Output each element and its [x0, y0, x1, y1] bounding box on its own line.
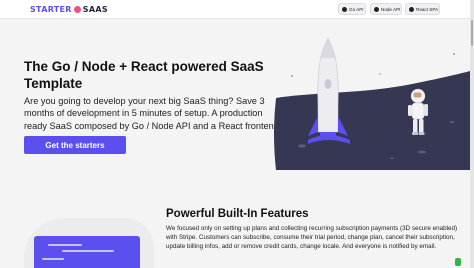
features-illustration: [24, 218, 160, 268]
planet-shape: [274, 70, 474, 170]
node-api-button[interactable]: Node API: [370, 3, 402, 15]
get-the-starters-button[interactable]: Get the starters: [24, 136, 126, 154]
features-description: We focused only on setting up plans and …: [166, 225, 458, 251]
react-spa-button[interactable]: React SPA: [405, 3, 440, 15]
github-icon: [342, 6, 347, 12]
mockup-line: [42, 258, 64, 260]
logo-dot-icon: [73, 6, 81, 13]
rocket-icon: [308, 37, 350, 144]
go-api-label: Go API: [349, 6, 364, 12]
logo[interactable]: STARTER SAAS: [30, 4, 108, 15]
logo-text-starter: STARTER: [30, 5, 72, 14]
rocket-astronaut-illustration: [274, 37, 474, 170]
hero-description: Are you going to develop your next big S…: [24, 96, 279, 131]
go-api-button[interactable]: Go API: [338, 3, 366, 15]
github-icon: [374, 6, 379, 12]
top-navbar: STARTER SAAS Go API Node API React SPA: [0, 0, 474, 19]
mockup-line: [48, 244, 82, 246]
hero-title: The Go / Node + React powered SaaS Templ…: [24, 59, 264, 91]
node-api-label: Node API: [381, 6, 401, 12]
floating-action-icon[interactable]: [455, 258, 461, 266]
mockup-line: [62, 250, 114, 252]
react-spa-label: React SPA: [416, 6, 439, 12]
features-title: Powerful Built-In Features: [166, 208, 309, 220]
logo-text-saas: SAAS: [82, 5, 108, 14]
scrollbar-thumb[interactable]: [471, 20, 473, 46]
page-scrollbar[interactable]: [470, 0, 474, 268]
github-icon: [409, 6, 414, 12]
dashboard-mockup: [34, 236, 140, 268]
